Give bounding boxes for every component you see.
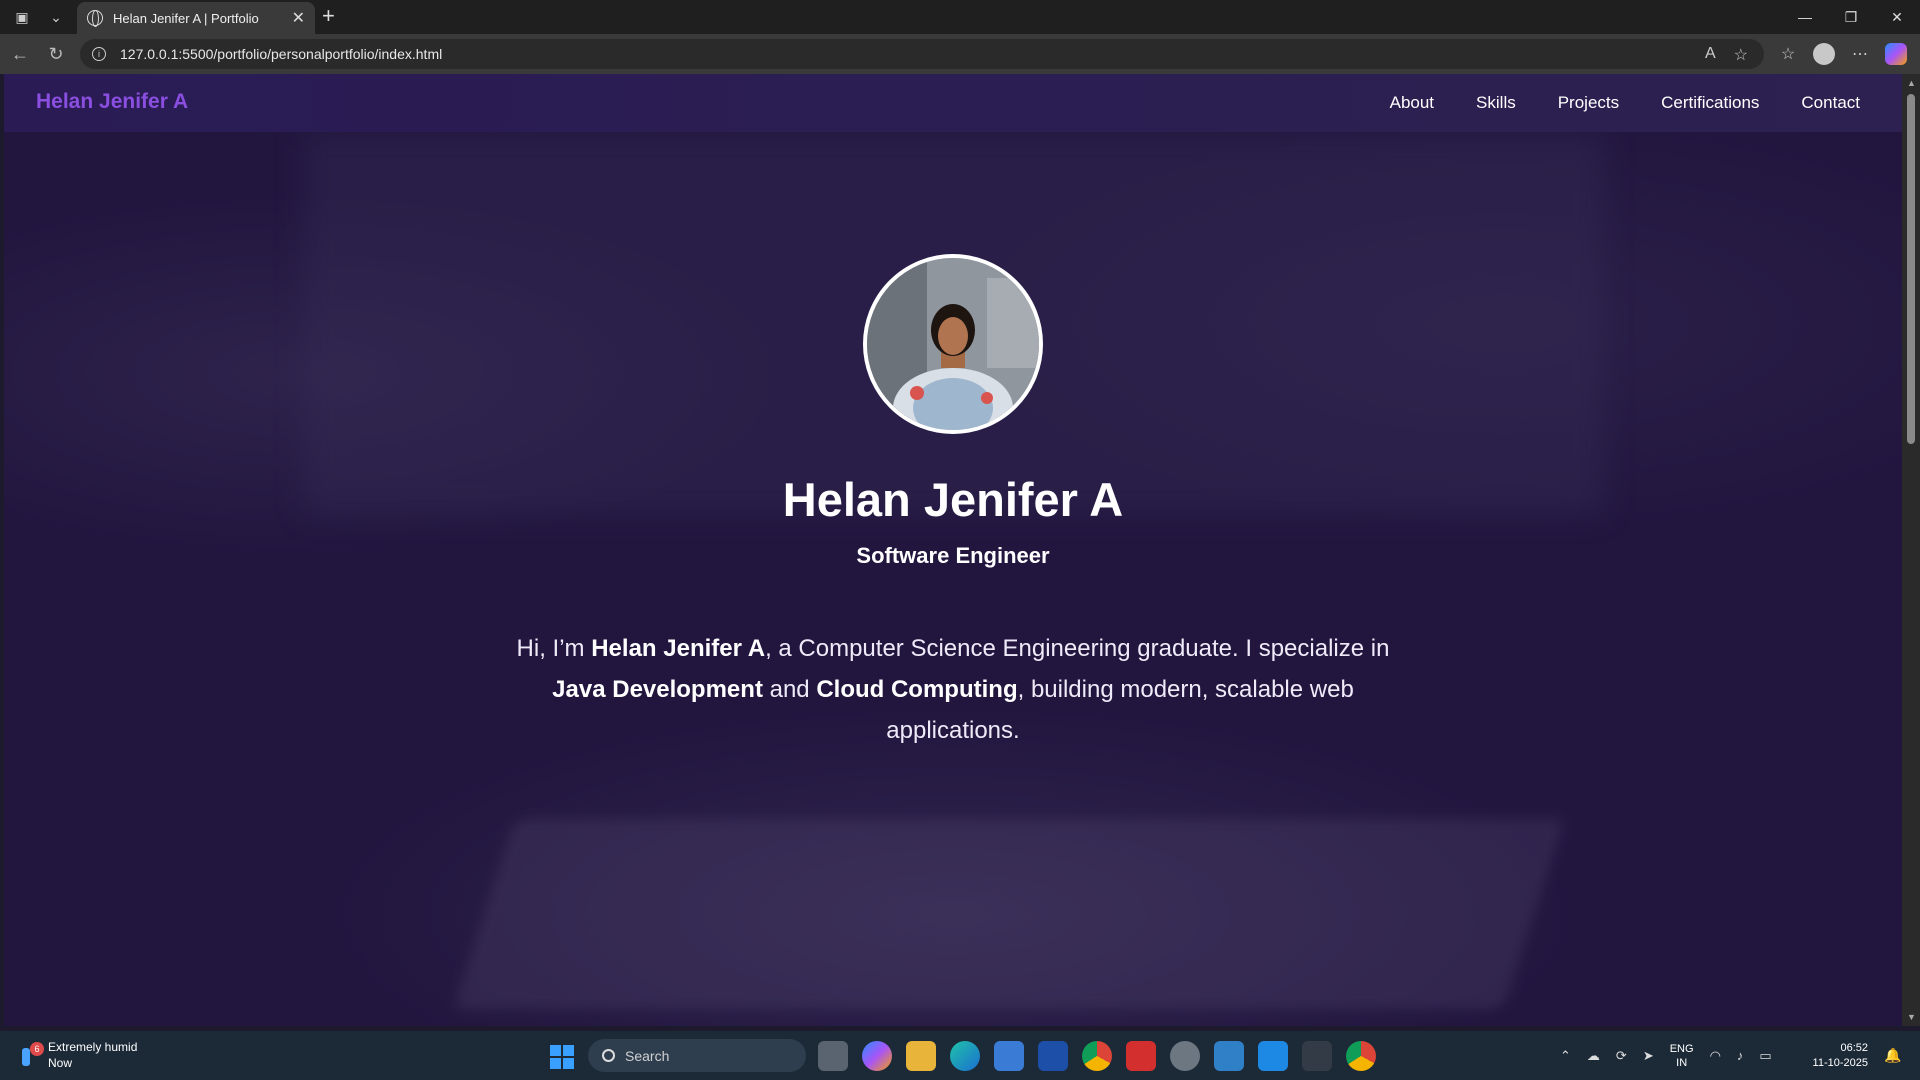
notepad-icon[interactable] [1214,1041,1244,1071]
restore-button[interactable]: ❐ [1828,0,1874,34]
edge-browser-icon[interactable] [950,1041,980,1071]
nav-link-skills[interactable]: Skills [1476,93,1516,113]
intro-text: and [762,676,817,703]
region-code: IN [1676,1056,1688,1069]
tab-list-chevron-icon[interactable]: ⌄ [42,3,70,31]
intro-text: , a Computer Science Engineering graduat… [765,635,1390,662]
windows-taskbar: 6 Extremely humid Now Search ⌃ ☁ ⟳ ➤ ENG… [0,1031,1920,1080]
hero-role: Software Engineer [856,543,1050,568]
wifi-icon[interactable]: ◠ [1710,1048,1721,1064]
copilot-button[interactable] [1882,41,1910,67]
hero-intro: Hi, I’m Helan Jenifer A, a Computer Scie… [503,628,1403,751]
close-window-button[interactable]: ✕ [1874,0,1920,34]
intro-bold-name: Helan Jenifer A [591,635,766,662]
taskbar-search-placeholder: Search [625,1047,670,1064]
read-aloud-icon[interactable]: A [1705,45,1716,65]
globe-icon [87,10,103,27]
background-keyboard-blur [453,819,1565,1009]
nav-link-projects[interactable]: Projects [1558,93,1619,113]
scroll-up-arrow-icon[interactable]: ▲ [1907,78,1916,88]
nav-links: About Skills Projects Certifications Con… [1390,93,1860,113]
tab-close-icon[interactable]: ✕ [292,8,305,28]
system-tray: ⌃ ☁ ⟳ ➤ ENG IN ◠ ♪ ▭ [1560,1031,1772,1080]
profile-button[interactable] [1810,41,1838,67]
hero-name: Helan Jenifer A [782,473,1124,526]
clock-time: 06:52 [1840,1042,1868,1054]
notification-bell-icon[interactable]: 🔔 [1884,1047,1901,1064]
settings-gear-icon[interactable] [1170,1041,1200,1071]
taskbar-clock[interactable]: 06:52 11-10-2025 [1806,1041,1868,1071]
weather-title: Extremely humid [48,1040,138,1054]
site-info-icon[interactable]: i [92,47,106,61]
browser-tab-strip: ▣ ⌄ Helan Jenifer A | Portfolio ✕ + — ❐ … [0,0,1920,34]
language-code: ENG [1669,1042,1694,1055]
search-icon [602,1049,615,1062]
windows-start-icon[interactable] [550,1045,574,1069]
battery-icon[interactable]: ▭ [1759,1048,1771,1064]
chrome-profile-icon[interactable] [1346,1041,1376,1071]
terminal-icon[interactable] [1302,1041,1332,1071]
taskbar-apps [818,1041,1376,1071]
tab-title: Helan Jenifer A | Portfolio [113,10,259,26]
language-indicator[interactable]: ENG IN [1670,1042,1694,1070]
taskbar-search[interactable]: Search [588,1039,806,1072]
site-navbar: Helan Jenifer A About Skills Projects Ce… [4,74,1902,132]
microsoft-store-icon[interactable] [994,1041,1024,1071]
weather-subtitle: Now [48,1056,73,1070]
intro-bold-cloud: Cloud Computing [816,676,1018,703]
sync-icon[interactable]: ⟳ [1616,1048,1627,1064]
browser-tab-active[interactable]: Helan Jenifer A | Portfolio ✕ [77,2,315,34]
profile-photo [863,254,1043,434]
browser-toolbar: ← ↻ i 127.0.0.1:5500/portfolio/personalp… [0,34,1920,74]
back-arrow-icon[interactable]: ← [6,40,34,68]
reload-icon[interactable]: ↻ [42,40,70,68]
portfolio-page: Helan Jenifer A About Skills Projects Ce… [4,74,1902,1026]
intro-bold-java: Java Development [552,676,763,703]
chrome-icon[interactable] [1082,1041,1112,1071]
site-brand[interactable]: Helan Jenifer A [36,90,188,114]
copilot-icon [1885,43,1907,65]
new-tab-button[interactable]: + [322,3,335,29]
volume-icon[interactable]: ♪ [1737,1048,1744,1063]
weather-badge: 6 [30,1042,44,1056]
weather-icon: 6 [18,1042,44,1068]
nav-link-contact[interactable]: Contact [1801,93,1860,113]
workspaces-icon[interactable]: ▣ [8,3,36,31]
page-scrollbar[interactable]: ▲ ▼ [1902,74,1920,1026]
minimize-button[interactable]: — [1782,0,1828,34]
more-menu-icon[interactable]: ⋯ [1846,41,1874,67]
copilot-app-icon[interactable] [862,1041,892,1071]
vscode-icon[interactable] [1258,1041,1288,1071]
file-explorer-icon[interactable] [906,1041,936,1071]
clock-date: 11-10-2025 [1812,1057,1868,1069]
onedrive-cloud-icon[interactable]: ☁ [1587,1048,1600,1064]
url-text: 127.0.0.1:5500/portfolio/personalportfol… [120,46,443,62]
nav-link-about[interactable]: About [1390,93,1434,113]
weather-widget[interactable]: 6 Extremely humid Now [18,1039,137,1071]
avatar [1813,43,1835,65]
scrollbar-thumb[interactable] [1907,94,1915,444]
scroll-down-arrow-icon[interactable]: ▼ [1907,1012,1916,1022]
show-hidden-icons-chevron-icon[interactable]: ⌃ [1560,1048,1571,1064]
nav-link-certifications[interactable]: Certifications [1661,93,1759,113]
location-icon[interactable]: ➤ [1643,1048,1654,1064]
address-bar[interactable]: i 127.0.0.1:5500/portfolio/personalportf… [80,39,1764,69]
task-view-icon[interactable] [818,1041,848,1071]
favorite-star-icon[interactable]: ☆ [1734,45,1748,65]
wps-office-icon[interactable] [1126,1041,1156,1071]
app-icon[interactable] [1038,1041,1068,1071]
favorites-icon[interactable]: ☆ [1774,41,1802,67]
intro-text: Hi, I’m [516,635,592,662]
